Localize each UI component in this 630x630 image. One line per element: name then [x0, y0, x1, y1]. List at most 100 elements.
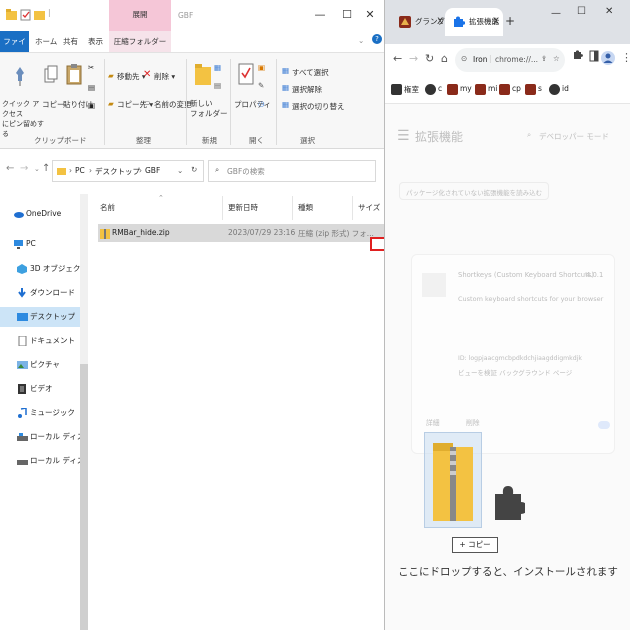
copy-to-icon[interactable]: ▰ — [108, 99, 114, 108]
column-header-name[interactable]: 名前 — [100, 202, 115, 213]
search-input[interactable]: GBFの検索 — [227, 166, 265, 177]
copy-label[interactable]: コピー — [42, 99, 65, 110]
tab-home[interactable]: ホーム — [31, 31, 61, 52]
properties-label[interactable]: プロパティ — [234, 99, 271, 110]
reload-icon[interactable]: ↻ — [425, 52, 434, 65]
chrome-minimize-button[interactable]: — — [551, 8, 561, 19]
nav-scrollbar-thumb[interactable] — [80, 364, 88, 630]
select-none-button[interactable]: 選択解除 — [292, 84, 322, 95]
easy-access-icon[interactable]: ▤ — [214, 81, 221, 90]
nav-item-drive-c[interactable]: ローカル ディスク (C:) — [0, 427, 80, 447]
recent-dropdown-icon[interactable]: ⌄ — [34, 165, 40, 173]
properties-check-icon[interactable] — [20, 9, 31, 21]
copy-path-icon[interactable]: ▤ — [88, 83, 95, 92]
select-none-icon[interactable]: ▦ — [282, 83, 289, 92]
tab-view[interactable]: 表示 — [84, 31, 107, 52]
nav-item-drive-d[interactable]: ローカル ディスク (D:) — [0, 451, 80, 471]
bookmark-item[interactable]: 権室 — [404, 84, 419, 95]
back-arrow-icon[interactable]: ← — [6, 163, 14, 174]
move-to-button[interactable]: 移動先 ▾ — [117, 71, 146, 82]
bookmark-item[interactable]: id — [562, 84, 569, 93]
hamburger-menu-icon[interactable]: ☰ — [397, 128, 410, 144]
context-tab-extract[interactable]: 展開 — [109, 0, 171, 31]
address-dropdown-icon[interactable]: ⌄ — [177, 166, 183, 175]
new-tab-button[interactable]: + — [505, 14, 515, 28]
tab-granblue[interactable]: グランブル X — [391, 8, 447, 36]
back-icon[interactable]: ← — [393, 52, 402, 65]
new-folder-label[interactable]: 新しい フォルダー — [190, 99, 228, 119]
chrome-close-button[interactable]: ✕ — [605, 6, 613, 17]
side-panel-icon[interactable] — [589, 50, 599, 62]
cut-icon[interactable]: ✂ — [88, 63, 94, 72]
column-separator[interactable] — [352, 196, 353, 220]
select-all-button[interactable]: すべて選択 — [292, 67, 329, 78]
close-button[interactable]: ✕ — [360, 6, 380, 24]
search-extensions-icon[interactable]: ⌕ — [527, 130, 531, 140]
nav-item-desktop[interactable]: デスクトップ — [0, 307, 80, 327]
copy-icon[interactable] — [44, 65, 58, 85]
help-icon[interactable]: ? — [372, 34, 382, 44]
refresh-icon[interactable]: ↻ — [191, 165, 197, 174]
nav-item-videos[interactable]: ビデオ — [0, 379, 80, 399]
up-arrow-icon[interactable]: ↑ — [42, 163, 50, 174]
invert-selection-button[interactable]: 選択の切り替え — [292, 101, 345, 112]
tab-share[interactable]: 共有 — [59, 31, 82, 52]
column-header-type[interactable]: 種類 — [298, 202, 313, 213]
nav-item-music[interactable]: ミュージック — [0, 403, 80, 423]
menu-kebab-icon[interactable]: ⋮ — [621, 51, 630, 64]
breadcrumb-pc[interactable]: PC — [75, 166, 85, 175]
home-icon[interactable]: ⌂ — [441, 52, 448, 65]
rename-icon[interactable]: ▭ — [143, 98, 150, 107]
profile-avatar[interactable] — [601, 51, 615, 65]
share-icon[interactable]: ⇪ — [541, 54, 547, 63]
table-row[interactable]: RMBar_hide.zip 2023/07/29 23:16 圧縮 (zip … — [98, 224, 384, 242]
search-box[interactable]: ⌕ GBFの検索 — [208, 160, 376, 182]
load-unpacked-button[interactable]: パッケージ化されていない拡張機能を読み込む — [399, 182, 549, 200]
select-all-icon[interactable]: ▦ — [282, 66, 289, 75]
nav-item-pc[interactable]: PC — [0, 234, 80, 254]
bookmark-item[interactable]: my — [460, 84, 472, 93]
column-separator[interactable] — [222, 196, 223, 220]
pin-icon[interactable] — [12, 65, 28, 87]
breadcrumb-desktop[interactable]: デスクトップ — [95, 166, 140, 177]
bookmark-item[interactable]: mi — [488, 84, 497, 93]
minimize-button[interactable]: — — [310, 6, 330, 24]
enable-toggle[interactable] — [598, 421, 610, 429]
column-header-size[interactable]: サイズ — [358, 202, 380, 213]
omnibox[interactable]: ⊙ Iron | chrome://... ⇪ ☆ — [455, 48, 565, 72]
extensions-puzzle-icon[interactable] — [573, 50, 583, 60]
remove-button[interactable]: 削除 — [466, 417, 480, 427]
nav-item-pictures[interactable]: ピクチャ — [0, 355, 80, 375]
site-info-icon[interactable]: ⊙ — [461, 54, 467, 63]
move-to-icon[interactable]: ▰ — [108, 71, 114, 80]
new-folder-icon[interactable] — [194, 63, 212, 87]
open-icon[interactable]: ▣ — [258, 63, 265, 72]
new-item-icon[interactable]: ▦ — [214, 63, 221, 72]
bookmark-item[interactable]: s — [538, 84, 542, 93]
nav-item-documents[interactable]: ドキュメント — [0, 331, 80, 351]
edit-icon[interactable]: ✎ — [258, 81, 264, 90]
paste-icon[interactable] — [66, 63, 82, 85]
address-bar[interactable]: › PC › デスクトップ › GBF ⌄ ↻ — [52, 160, 204, 182]
maximize-button[interactable]: ☐ — [337, 6, 357, 24]
column-separator[interactable] — [292, 196, 293, 220]
column-header-date[interactable]: 更新日時 — [228, 202, 258, 213]
bookmark-star-icon[interactable]: ☆ — [553, 54, 560, 63]
chrome-maximize-button[interactable]: ☐ — [577, 6, 586, 17]
nav-item-3d-objects[interactable]: 3D オブジェクト — [0, 259, 80, 279]
bookmark-item[interactable]: cp — [512, 84, 521, 93]
breadcrumb-gbf[interactable]: GBF — [145, 166, 160, 175]
tab-extensions[interactable]: 拡張機能 X — [445, 8, 503, 36]
omnibox-url[interactable]: chrome://... — [495, 55, 538, 64]
new-folder-qat-icon[interactable] — [34, 9, 45, 21]
tab-close-button[interactable]: X — [493, 8, 499, 36]
nav-item-downloads[interactable]: ダウンロード — [0, 283, 80, 303]
delete-button[interactable]: 削除 ▾ — [154, 71, 175, 82]
forward-icon[interactable]: → — [409, 52, 418, 65]
tab-close-button[interactable]: X — [437, 8, 443, 36]
pin-quick-access-label[interactable]: クイック アクセス にピン留めする — [2, 99, 44, 139]
details-button[interactable]: 詳細 — [426, 417, 440, 427]
tab-compressed-folder-tools[interactable]: 圧縮フォルダー ツール — [109, 31, 171, 67]
properties-icon[interactable] — [238, 63, 254, 85]
delete-icon[interactable]: ✕ — [143, 69, 151, 80]
